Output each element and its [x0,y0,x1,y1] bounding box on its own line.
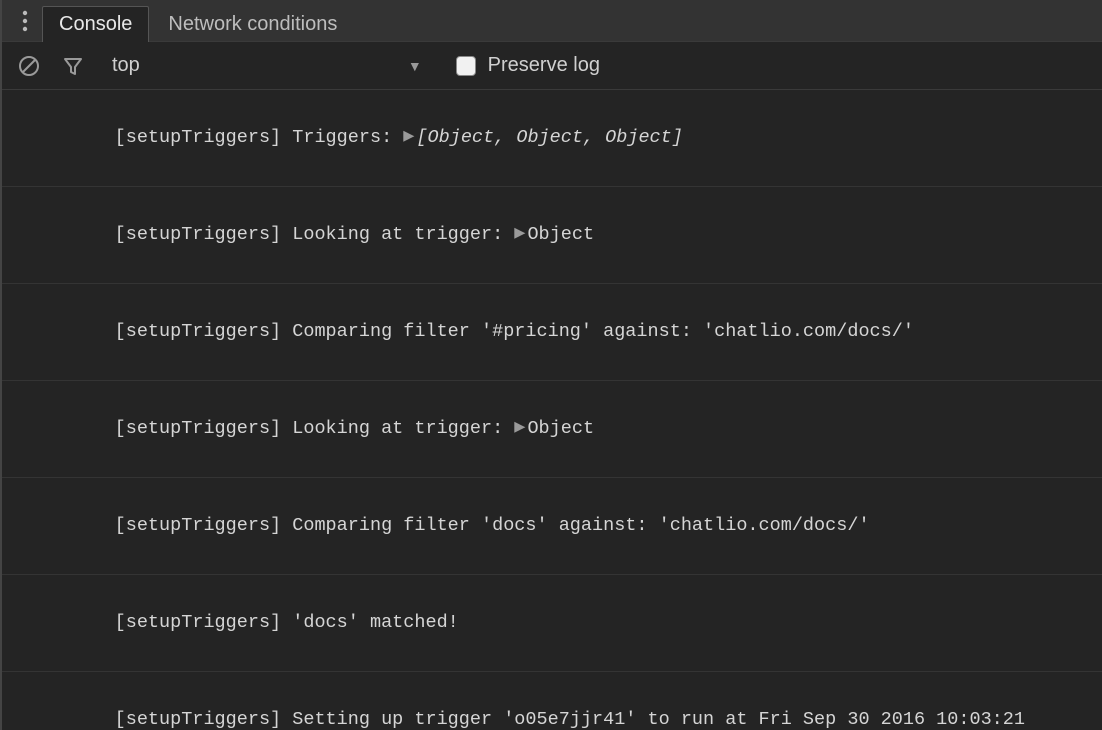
log-text: [setupTriggers] Looking at trigger: [115,224,515,245]
log-row: [setupTriggers] Triggers: ▶[Object, Obje… [2,90,1102,187]
object-preview[interactable]: Object [527,418,594,439]
log-text: [setupTriggers] Looking at trigger: [115,418,515,439]
object-preview[interactable]: [Object, Object, Object] [416,127,682,148]
tab-strip: Console Network conditions [2,0,1102,42]
no-entry-icon [18,55,40,77]
object-preview[interactable]: Object [527,224,594,245]
log-row: [setupTriggers] Comparing filter '#prici… [2,284,1102,381]
tab-network-conditions[interactable]: Network conditions [151,6,354,42]
log-text: [setupTriggers] Comparing filter 'docs' … [115,515,870,536]
expand-icon[interactable]: ▶ [514,220,525,249]
kebab-icon [22,10,28,32]
tab-console[interactable]: Console [42,6,149,42]
tab-console-label: Console [59,13,132,36]
funnel-icon [62,55,84,77]
preserve-log-control: Preserve log [456,54,600,77]
preserve-log-label: Preserve log [488,54,600,77]
context-label: top [112,54,140,77]
expand-icon[interactable]: ▶ [403,123,414,152]
log-row: [setupTriggers] Looking at trigger: ▶Obj… [2,381,1102,478]
devtools-panel: Console Network conditions top ▼ Preserv… [0,0,1102,730]
preserve-log-checkbox[interactable] [456,56,476,76]
expand-icon[interactable]: ▶ [514,414,525,443]
filter-button[interactable] [60,53,86,79]
log-text: [setupTriggers] Comparing filter '#prici… [115,321,914,342]
tab-network-label: Network conditions [168,13,337,36]
more-menu-button[interactable] [10,0,40,42]
console-output[interactable]: [setupTriggers] Triggers: ▶[Object, Obje… [2,90,1102,730]
log-row: [setupTriggers] Setting up trigger 'o05e… [2,672,1102,730]
log-text: [setupTriggers] Setting up trigger 'o05e… [48,709,1036,730]
chevron-down-icon: ▼ [408,58,422,74]
log-row: [setupTriggers] 'docs' matched! [2,575,1102,672]
console-toolbar: top ▼ Preserve log [2,42,1102,90]
log-text: [setupTriggers] Triggers: [115,127,404,148]
context-selector[interactable]: top ▼ [112,54,422,77]
clear-console-button[interactable] [16,53,42,79]
log-row: [setupTriggers] Comparing filter 'docs' … [2,478,1102,575]
log-row: [setupTriggers] Looking at trigger: ▶Obj… [2,187,1102,284]
log-text: [setupTriggers] 'docs' matched! [115,612,459,633]
